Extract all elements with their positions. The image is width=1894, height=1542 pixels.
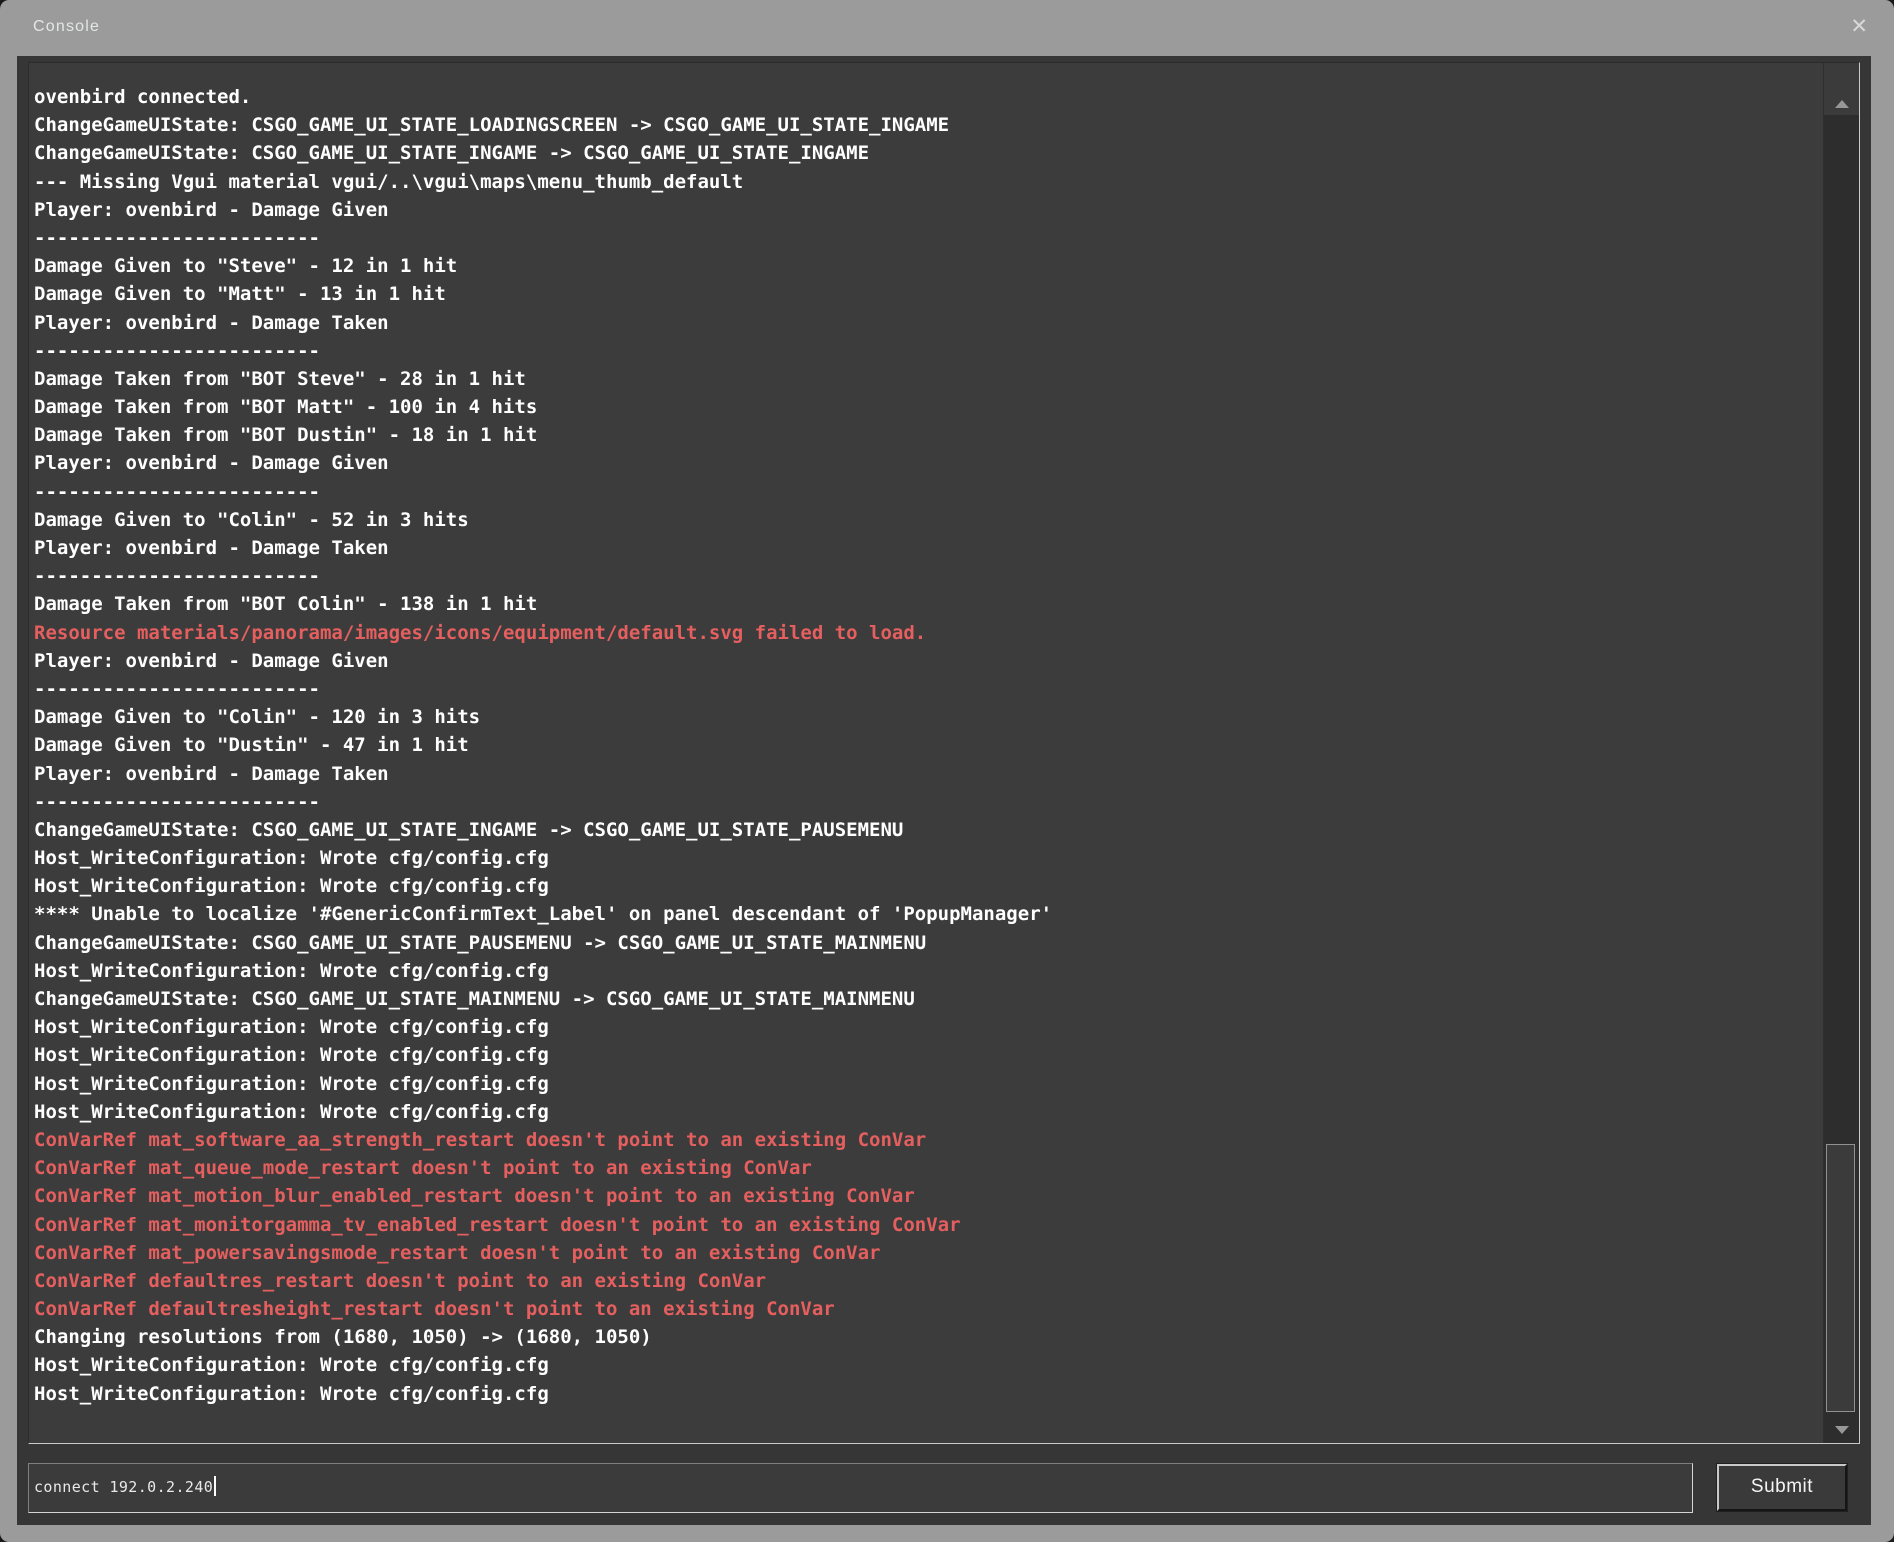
console-line: Damage Taken from "BOT Steve" - 28 in 1 … [34,365,1823,393]
console-line: ------------------------- [34,224,1823,252]
console-line: ChangeGameUIState: CSGO_GAME_UI_STATE_IN… [34,816,1823,844]
command-input-value: connect 192.0.2.240 [29,1464,1692,1511]
console-line: Damage Given to "Matt" - 13 in 1 hit [34,280,1823,308]
scroll-up-icon [1835,100,1849,108]
window-title: Console [33,0,100,54]
console-line: ------------------------- [34,478,1823,506]
scrollbar[interactable] [1823,63,1859,1443]
console-line: ConVarRef defaultresheight_restart doesn… [34,1295,1823,1323]
titlebar[interactable]: Console ✕ [0,0,1894,56]
console-line: ChangeGameUIState: CSGO_GAME_UI_STATE_PA… [34,929,1823,957]
console-line: ------------------------- [34,562,1823,590]
console-line: Player: ovenbird - Damage Given [34,196,1823,224]
console-line: Host_WriteConfiguration: Wrote cfg/confi… [34,957,1823,985]
console-line: Changing resolutions from (1680, 1050) -… [34,1323,1823,1351]
window-content: ovenbird connected.ChangeGameUIState: CS… [17,56,1871,1525]
scrollbar-thumb[interactable] [1826,1144,1855,1412]
text-caret [214,1476,216,1496]
console-line: Damage Taken from "BOT Matt" - 100 in 4 … [34,393,1823,421]
console-line: ChangeGameUIState: CSGO_GAME_UI_STATE_IN… [34,139,1823,167]
console-line: ChangeGameUIState: CSGO_GAME_UI_STATE_LO… [34,111,1823,139]
console-line: **** Unable to localize '#GenericConfirm… [34,900,1823,928]
console-line: Host_WriteConfiguration: Wrote cfg/confi… [34,1380,1823,1408]
console-line: Host_WriteConfiguration: Wrote cfg/confi… [34,1041,1823,1069]
console-line: Host_WriteConfiguration: Wrote cfg/confi… [34,1013,1823,1041]
scroll-down-icon [1835,1426,1849,1434]
console-line: --- Missing Vgui material vgui/..\vgui\m… [34,168,1823,196]
console-line: Player: ovenbird - Damage Taken [34,760,1823,788]
console-line: Damage Given to "Dustin" - 47 in 1 hit [34,731,1823,759]
console-output[interactable]: ovenbird connected.ChangeGameUIState: CS… [28,62,1860,1444]
console-line: Host_WriteConfiguration: Wrote cfg/confi… [34,1070,1823,1098]
console-window: Console ✕ ovenbird connected.ChangeGameU… [0,0,1894,1542]
console-line: Damage Given to "Colin" - 52 in 3 hits [34,506,1823,534]
console-line: Player: ovenbird - Damage Given [34,647,1823,675]
console-line: ConVarRef mat_powersavingsmode_restart d… [34,1239,1823,1267]
console-line: Host_WriteConfiguration: Wrote cfg/confi… [34,1351,1823,1379]
console-log: ovenbird connected.ChangeGameUIState: CS… [29,63,1823,1443]
console-line: Player: ovenbird - Damage Given [34,449,1823,477]
console-line: ConVarRef mat_motion_blur_enabled_restar… [34,1182,1823,1210]
console-line: ovenbird connected. [34,83,1823,111]
submit-button[interactable]: Submit [1717,1464,1847,1511]
console-line: ChangeGameUIState: CSGO_GAME_UI_STATE_MA… [34,985,1823,1013]
console-line: Host_WriteConfiguration: Wrote cfg/confi… [34,1098,1823,1126]
console-line: Damage Given to "Steve" - 12 in 1 hit [34,252,1823,280]
console-line: Host_WriteConfiguration: Wrote cfg/confi… [34,872,1823,900]
console-line: Resource materials/panorama/images/icons… [34,619,1823,647]
console-line: ConVarRef mat_monitorgamma_tv_enabled_re… [34,1211,1823,1239]
close-icon[interactable]: ✕ [1850,0,1868,54]
console-line: ------------------------- [34,337,1823,365]
console-line: ------------------------- [34,675,1823,703]
console-line: Player: ovenbird - Damage Taken [34,309,1823,337]
scroll-down-button[interactable] [1824,1415,1859,1443]
console-line: ConVarRef defaultres_restart doesn't poi… [34,1267,1823,1295]
console-line: ------------------------- [34,788,1823,816]
console-line: Damage Given to "Colin" - 120 in 3 hits [34,703,1823,731]
console-line: Host_WriteConfiguration: Wrote cfg/confi… [34,844,1823,872]
command-input[interactable]: connect 192.0.2.240 [28,1463,1693,1513]
console-line: Damage Taken from "BOT Colin" - 138 in 1… [34,590,1823,618]
console-line: ConVarRef mat_queue_mode_restart doesn't… [34,1154,1823,1182]
console-line: Damage Taken from "BOT Dustin" - 18 in 1… [34,421,1823,449]
console-line: ConVarRef mat_software_aa_strength_resta… [34,1126,1823,1154]
scroll-up-button[interactable] [1824,63,1859,115]
console-line: Player: ovenbird - Damage Taken [34,534,1823,562]
